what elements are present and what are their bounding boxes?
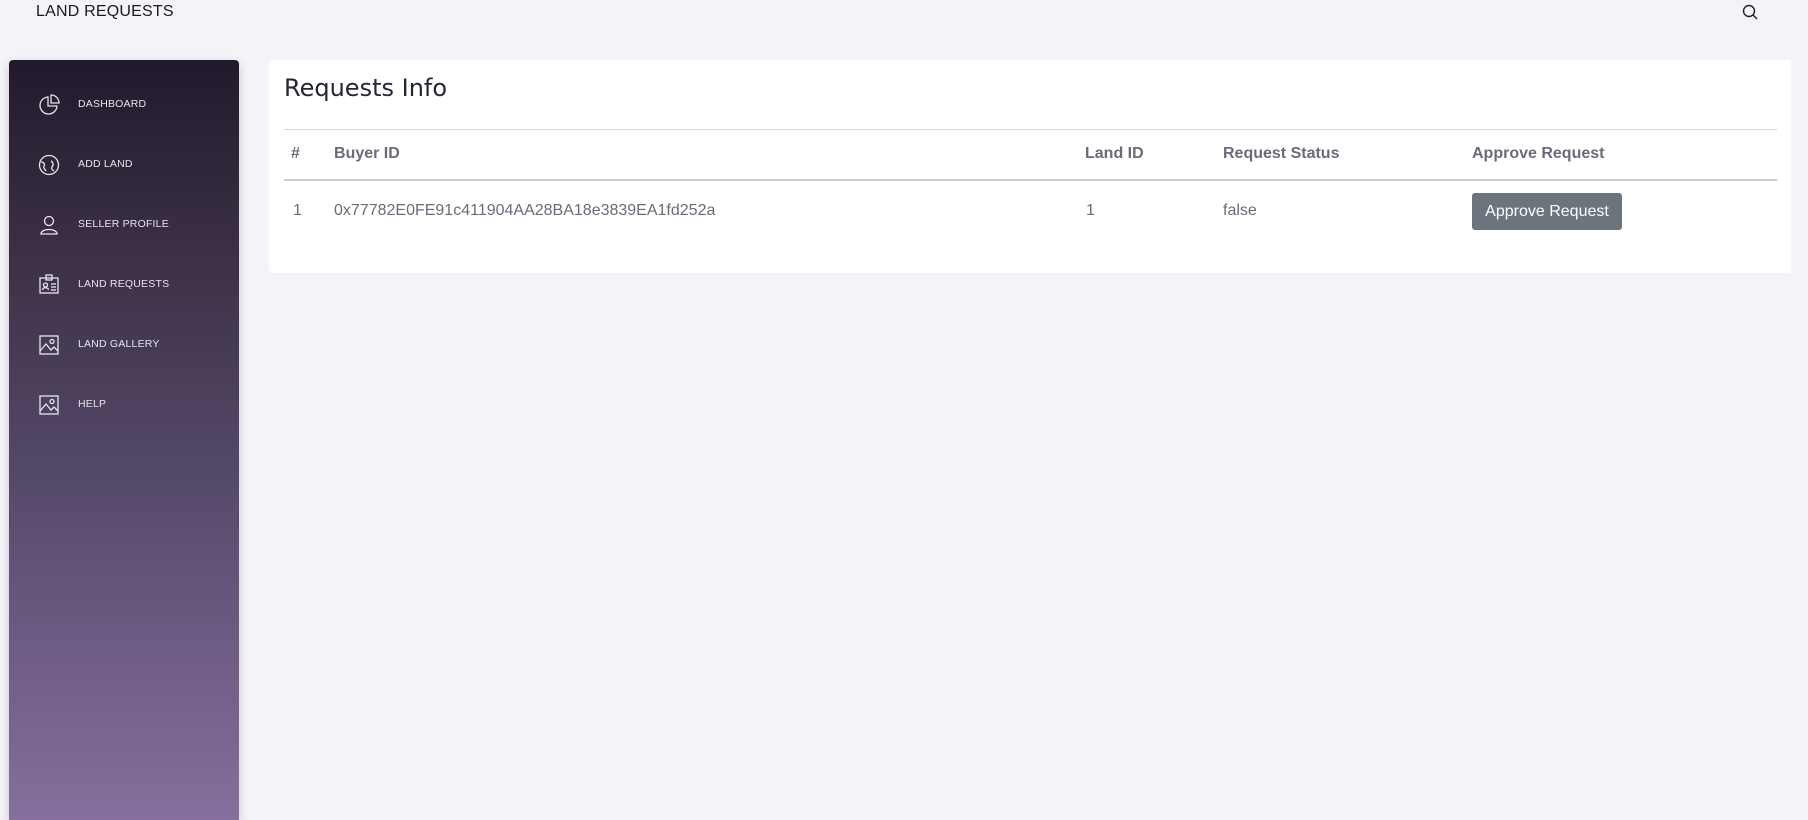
sidebar-item-land-requests[interactable]: LAND REQUESTS (9, 263, 239, 307)
card-title: Requests Info (284, 74, 448, 102)
user-icon (37, 213, 61, 237)
requests-card: Requests Info # Buyer ID Land ID Request… (269, 60, 1791, 273)
approve-request-button[interactable]: Approve Request (1472, 193, 1622, 230)
search-icon[interactable] (1740, 2, 1760, 22)
top-bar: LAND REQUESTS (0, 0, 1808, 26)
sidebar-item-label: SELLER PROFILE (78, 218, 169, 230)
divider (284, 129, 1777, 130)
image-icon (37, 333, 61, 357)
sidebar-item-add-land[interactable]: ADD LAND (9, 143, 239, 187)
globe-icon (37, 153, 61, 177)
land-id: 1 (1086, 202, 1095, 219)
sidebar-item-label: DASHBOARD (78, 98, 147, 110)
sidebar-item-label: ADD LAND (78, 158, 133, 170)
sidebar-item-seller-profile[interactable]: SELLER PROFILE (9, 203, 239, 247)
divider (284, 179, 1777, 181)
sidebar-item-help[interactable]: HELP (9, 383, 239, 427)
column-header-land-id: Land ID (1085, 145, 1144, 162)
column-header-index: # (291, 145, 300, 162)
image-icon (37, 393, 61, 417)
column-header-approve-request: Approve Request (1472, 145, 1605, 162)
column-header-buyer-id: Buyer ID (334, 145, 400, 162)
request-status: false (1223, 202, 1257, 219)
buyer-id: 0x77782E0FE91c411904AA28BA18e3839EA1fd25… (334, 202, 716, 219)
row-index: 1 (293, 202, 302, 219)
pie-chart-icon (37, 93, 61, 117)
column-header-request-status: Request Status (1223, 145, 1340, 162)
sidebar-item-label: LAND REQUESTS (78, 278, 170, 290)
sidebar: DASHBOARD ADD LAND SELLER PROFILE LAND R… (9, 60, 239, 820)
sidebar-item-dashboard[interactable]: DASHBOARD (9, 83, 239, 127)
sidebar-item-label: LAND GALLERY (78, 338, 160, 350)
sidebar-item-land-gallery[interactable]: LAND GALLERY (9, 323, 239, 367)
sidebar-item-label: HELP (78, 398, 107, 410)
badge-icon (37, 273, 61, 297)
page-title: LAND REQUESTS (36, 3, 174, 20)
